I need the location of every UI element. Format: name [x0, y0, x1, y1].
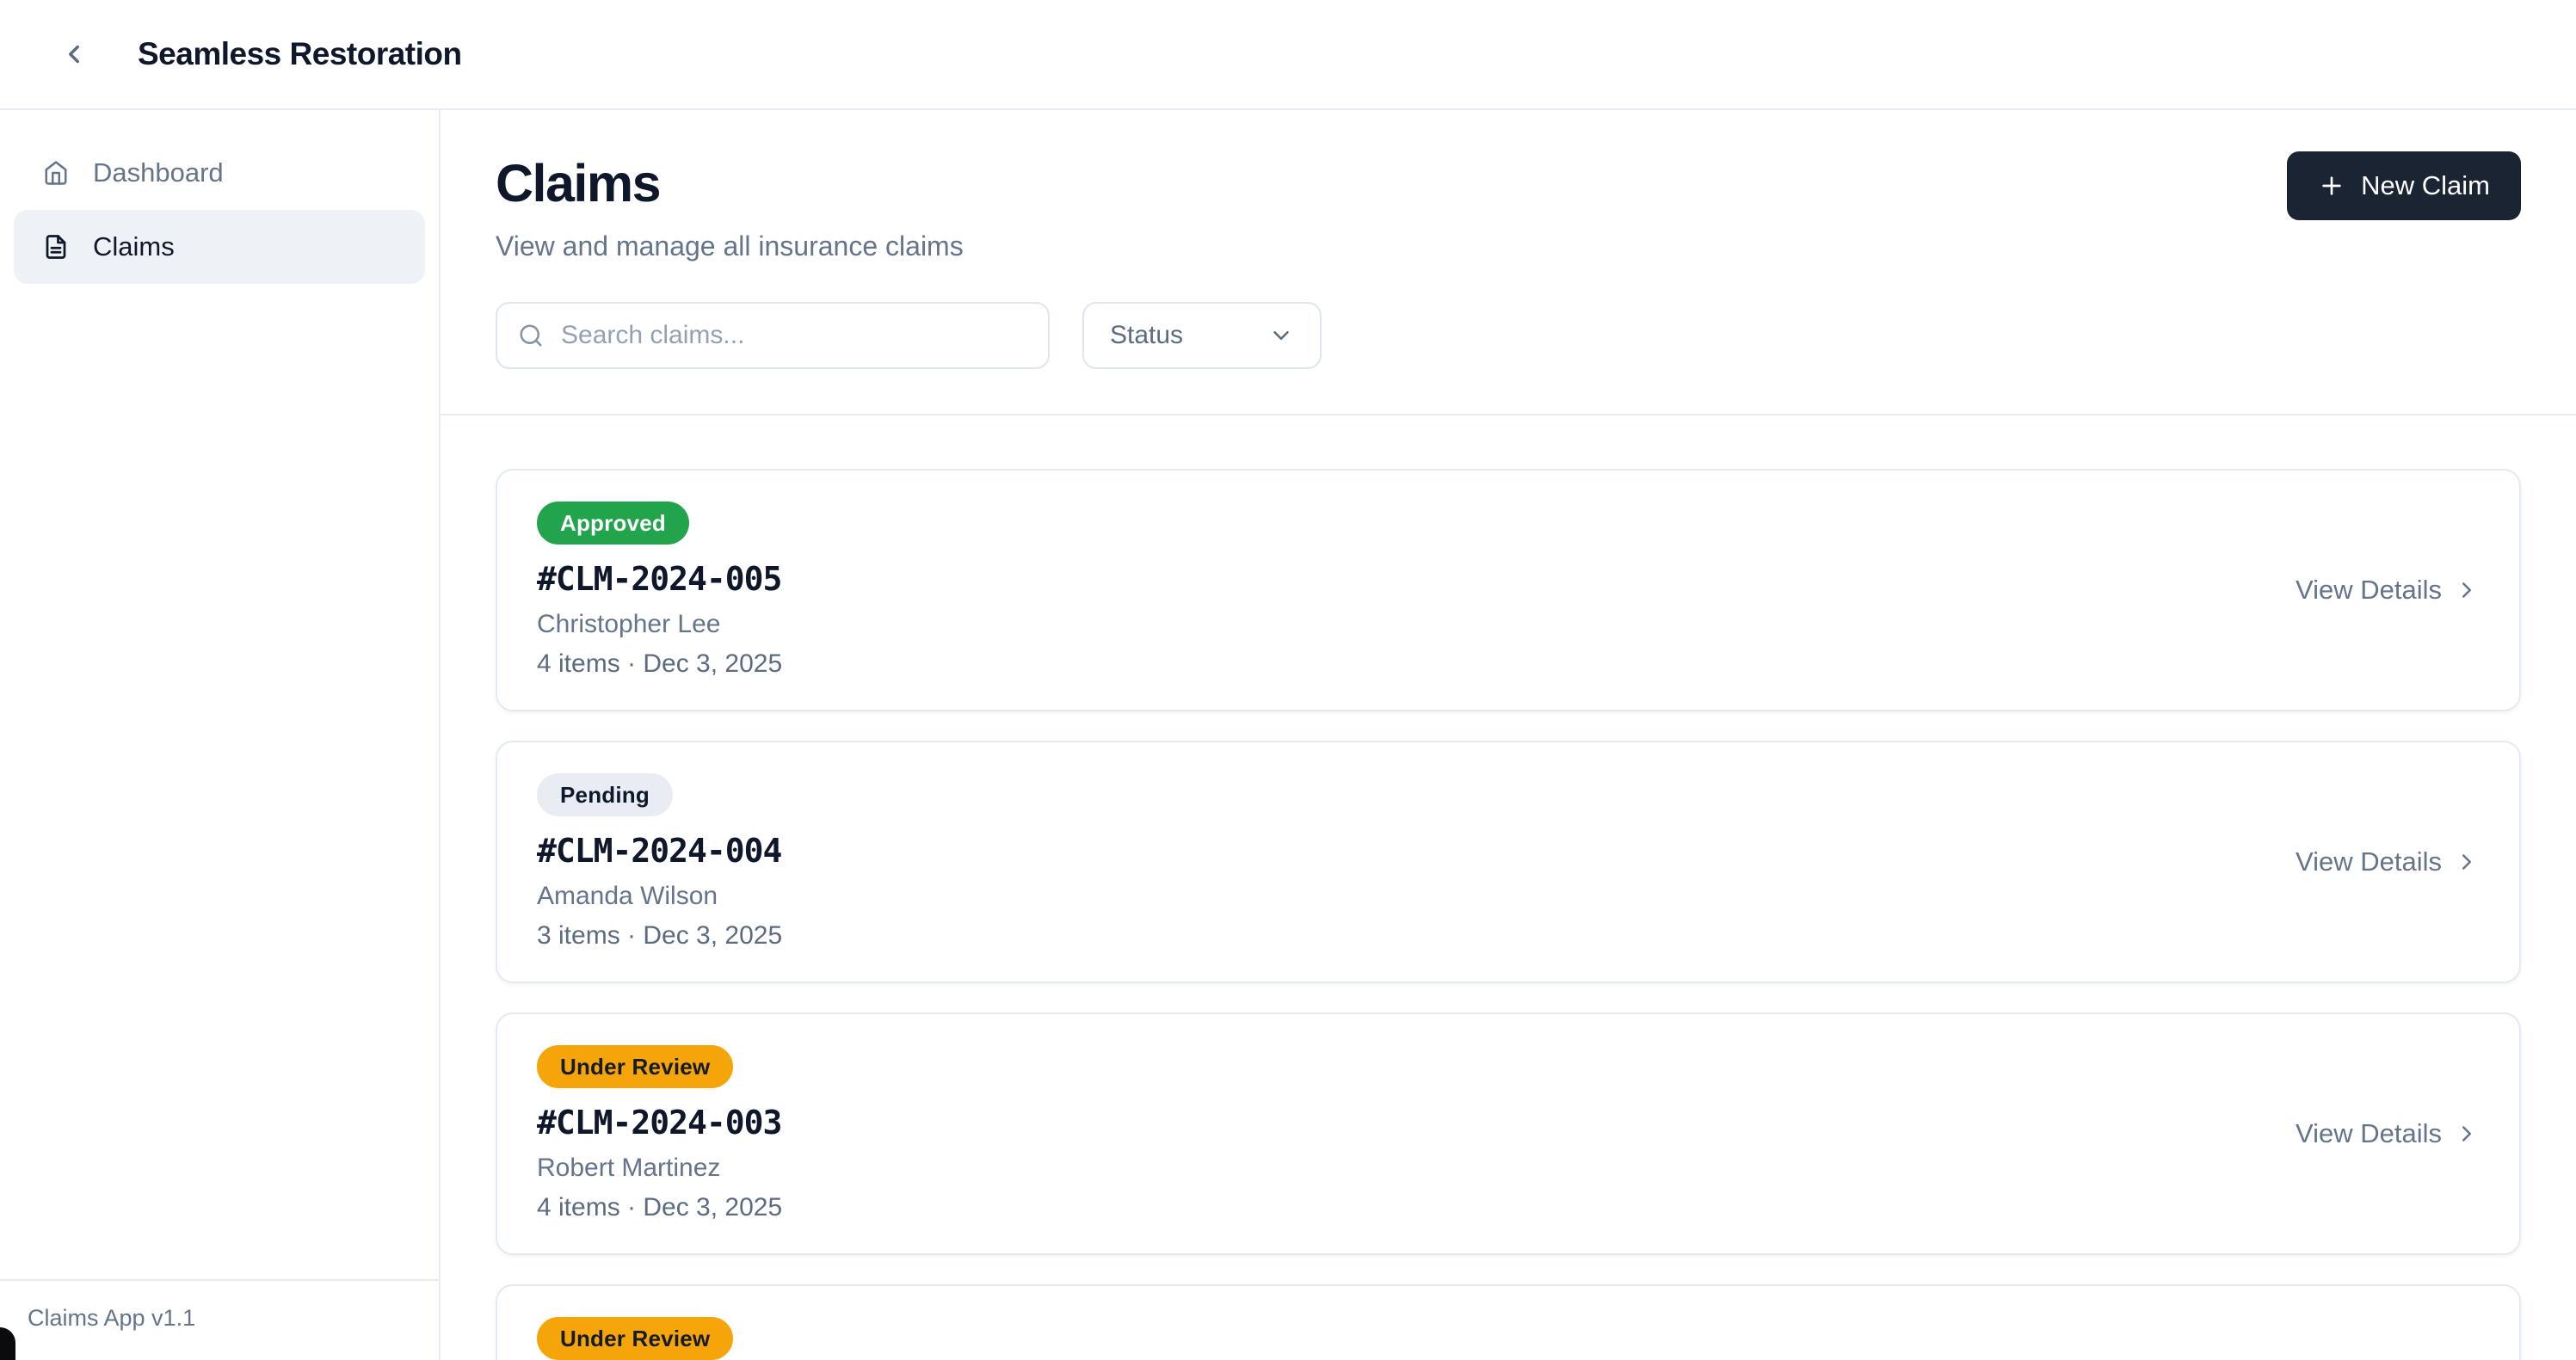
- claim-claimant-name: Robert Martinez: [537, 1154, 782, 1183]
- claim-meta: 4 items · Dec 3, 2025: [537, 649, 782, 679]
- claims-list: Approved #CLM-2024-005 Christopher Lee 4…: [441, 415, 2576, 1360]
- chevron-left-icon: [59, 40, 89, 69]
- page-header: Claims View and manage all insurance cla…: [441, 110, 2576, 415]
- sidebar-item-dashboard[interactable]: Dashboard: [14, 136, 425, 210]
- view-details-link[interactable]: View Details: [2296, 575, 2480, 606]
- claim-card: Under Review #CLM-2024-003 Robert Martin…: [496, 1012, 2521, 1255]
- claim-card-info: Under Review #CLM-2024-002: [537, 1317, 781, 1360]
- home-icon: [43, 160, 69, 186]
- search-box: [496, 302, 1050, 369]
- top-header: Seamless Restoration: [0, 0, 2576, 110]
- app-title: Seamless Restoration: [138, 36, 462, 72]
- claim-card: Approved #CLM-2024-005 Christopher Lee 4…: [496, 469, 2521, 711]
- claim-card-info: Pending #CLM-2024-004 Amanda Wilson 3 it…: [537, 773, 782, 951]
- new-claim-button-label: New Claim: [2361, 170, 2490, 201]
- view-details-link[interactable]: View Details: [2296, 846, 2480, 877]
- status-badge: Under Review: [537, 1317, 733, 1360]
- main-content: Claims View and manage all insurance cla…: [441, 110, 2576, 1360]
- claim-meta: 3 items · Dec 3, 2025: [537, 921, 782, 951]
- status-badge: Under Review: [537, 1045, 733, 1088]
- chevron-right-icon: [2454, 1121, 2480, 1147]
- status-filter-dropdown[interactable]: Status: [1082, 302, 1322, 369]
- sidebar-footer-version: Claims App v1.1: [0, 1279, 439, 1360]
- claim-card-info: Approved #CLM-2024-005 Christopher Lee 4…: [537, 502, 782, 679]
- page-title: Claims: [496, 153, 2521, 213]
- view-details-label: View Details: [2296, 575, 2442, 606]
- back-button[interactable]: [55, 35, 93, 73]
- claim-card: Pending #CLM-2024-004 Amanda Wilson 3 it…: [496, 741, 2521, 983]
- sidebar: Dashboard Claims Claims App v1.1: [0, 110, 441, 1360]
- claim-id: #CLM-2024-004: [537, 832, 782, 870]
- status-filter-label: Status: [1110, 321, 1183, 350]
- chevron-right-icon: [2454, 577, 2480, 603]
- view-details-link[interactable]: View Details: [2296, 1118, 2480, 1149]
- claim-claimant-name: Christopher Lee: [537, 610, 782, 639]
- sidebar-item-label: Dashboard: [93, 157, 224, 188]
- sidebar-item-claims[interactable]: Claims: [14, 210, 425, 284]
- view-details-label: View Details: [2296, 846, 2442, 877]
- view-details-link[interactable]: View Details: [2296, 1356, 2480, 1360]
- status-badge: Approved: [537, 502, 689, 545]
- sidebar-item-label: Claims: [93, 231, 175, 262]
- claim-id: #CLM-2024-003: [537, 1104, 782, 1142]
- new-claim-button[interactable]: New Claim: [2287, 151, 2521, 220]
- view-details-label: View Details: [2296, 1356, 2442, 1360]
- chevron-right-icon: [2454, 849, 2480, 875]
- search-input[interactable]: [561, 321, 1027, 350]
- view-details-label: View Details: [2296, 1118, 2442, 1149]
- content-shell: Dashboard Claims Claims App v1.1 Claims …: [0, 110, 2576, 1360]
- claim-card-info: Under Review #CLM-2024-003 Robert Martin…: [537, 1045, 782, 1222]
- file-text-icon: [43, 234, 69, 260]
- claim-card: Under Review #CLM-2024-002 View Details: [496, 1284, 2521, 1360]
- claim-meta: 4 items · Dec 3, 2025: [537, 1193, 782, 1222]
- search-icon: [518, 323, 544, 348]
- filters-row: Status: [496, 302, 2521, 369]
- claim-id: #CLM-2024-005: [537, 560, 782, 598]
- app-window: Seamless Restoration Dashboard Claims Cl…: [0, 0, 2576, 1360]
- status-badge: Pending: [537, 773, 673, 816]
- page-subtitle: View and manage all insurance claims: [496, 231, 2521, 262]
- chevron-down-icon: [1268, 323, 1294, 348]
- claim-claimant-name: Amanda Wilson: [537, 882, 782, 911]
- plus-icon: [2318, 172, 2345, 200]
